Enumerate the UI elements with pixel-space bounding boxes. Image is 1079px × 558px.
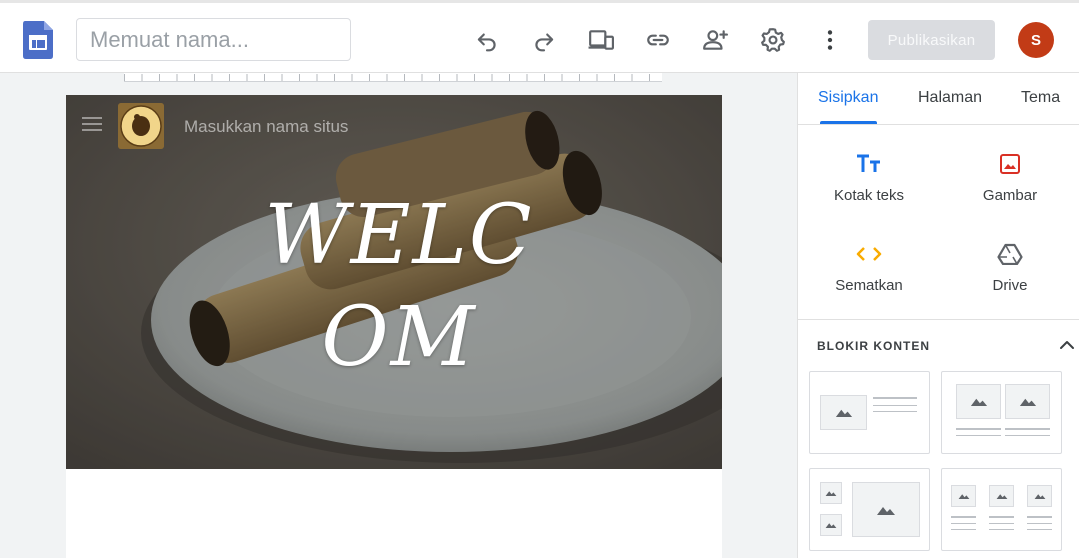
header-title-line-1: WELC (264, 188, 534, 283)
content-block-two-images[interactable] (941, 371, 1062, 454)
preview-devices-icon[interactable] (586, 25, 616, 55)
content-block-image-text[interactable] (809, 371, 930, 454)
link-icon[interactable] (643, 25, 673, 55)
insert-text-box-label: Kotak teks (833, 187, 905, 204)
header-title-line-2: OM (321, 290, 477, 385)
image-placeholder-icon (951, 485, 976, 507)
image-placeholder-icon (1027, 485, 1052, 507)
insert-image-label: Gambar (982, 187, 1038, 204)
site-title-input[interactable] (76, 18, 351, 61)
image-placeholder-icon (820, 395, 867, 430)
image-placeholder-icon (820, 514, 842, 536)
editor-canvas: Masukkan nama situs WELC OM (0, 73, 797, 558)
content-block-three-images[interactable] (941, 468, 1062, 551)
tab-pages[interactable]: Halaman (918, 89, 982, 107)
active-tab-indicator (820, 121, 877, 124)
image-placeholder-icon (989, 485, 1014, 507)
publish-button[interactable]: Publikasikan (868, 20, 995, 60)
chevron-up-icon[interactable] (1058, 336, 1076, 354)
image-placeholder-icon (956, 384, 1001, 419)
share-add-person-icon[interactable] (700, 25, 730, 55)
insert-image[interactable]: Gambar (950, 151, 1070, 204)
panel-tabs: Sisipkan Halaman Tema (798, 73, 1079, 125)
site-logo[interactable] (118, 103, 164, 149)
ruler (124, 73, 662, 82)
image-placeholder-icon (852, 482, 920, 537)
site-page[interactable]: Masukkan nama situs WELC OM (66, 95, 722, 558)
content-block-collage[interactable] (809, 468, 930, 551)
top-toolbar: Publikasikan S (0, 0, 1079, 73)
settings-gear-icon[interactable] (758, 25, 788, 55)
insert-embed-label: Sematkan (835, 277, 903, 294)
drive-icon (950, 241, 1070, 267)
image-icon (950, 151, 1070, 177)
undo-icon[interactable] (472, 25, 502, 55)
text-box-icon (809, 151, 929, 177)
panel-divider (798, 319, 1079, 320)
site-name-placeholder[interactable]: Masukkan nama situs (184, 117, 348, 137)
tab-insert[interactable]: Sisipkan (818, 89, 878, 107)
header-section[interactable]: Masukkan nama situs WELC OM (66, 95, 722, 469)
insert-text-box[interactable]: Kotak teks (809, 151, 929, 204)
image-placeholder-icon (820, 482, 842, 504)
more-vert-icon[interactable] (815, 25, 845, 55)
tab-themes[interactable]: Tema (1021, 89, 1060, 107)
header-title[interactable]: WELC OM (216, 185, 582, 389)
insert-drive-label: Drive (992, 277, 1028, 294)
insert-panel: Sisipkan Halaman Tema Kotak teks Gambar … (797, 73, 1079, 558)
embed-code-icon (809, 241, 929, 267)
redo-icon[interactable] (529, 25, 559, 55)
google-sites-logo-icon[interactable] (23, 21, 53, 59)
insert-embed[interactable]: Sematkan (809, 241, 929, 294)
image-placeholder-icon (1005, 384, 1050, 419)
insert-drive[interactable]: Drive (950, 241, 1070, 294)
menu-icon[interactable] (82, 117, 102, 133)
avatar[interactable]: S (1018, 22, 1054, 58)
content-blocks-heading: BLOKIR KONTEN (817, 339, 930, 353)
